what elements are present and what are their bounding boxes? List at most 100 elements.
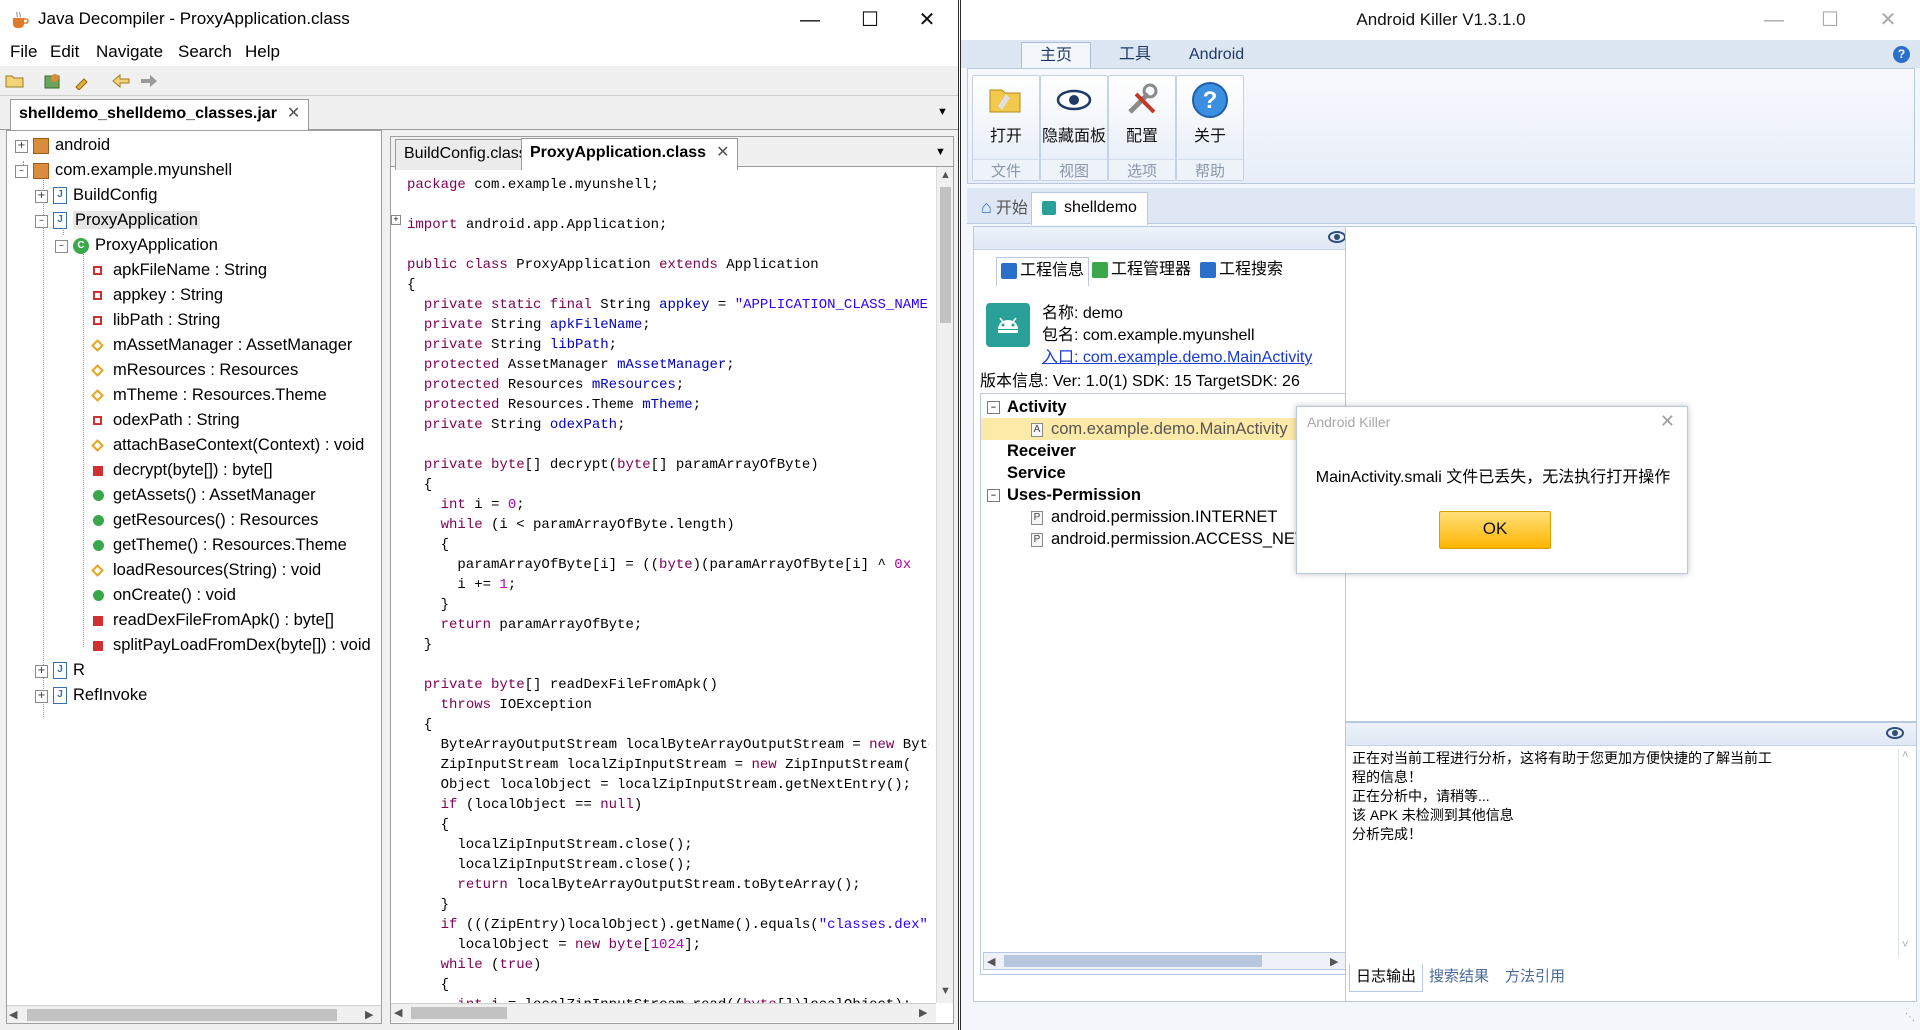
tree-member[interactable]: splitPayLoadFromDex(byte[]) : void: [93, 633, 371, 658]
tab-list-dropdown-icon[interactable]: ▼: [937, 106, 948, 118]
tab-method-refs[interactable]: 方法引用: [1505, 964, 1565, 990]
scroll-right-icon[interactable]: ▶: [1330, 955, 1338, 968]
open-folder-icon[interactable]: [4, 70, 26, 92]
expand-icon[interactable]: +: [35, 190, 48, 203]
log-output[interactable]: 正在对当前工程进行分析，这将有助于您更加方便快捷的了解当前工 程的信息！ 正在分…: [1352, 749, 1900, 957]
search-type-icon[interactable]: [72, 70, 94, 92]
eye-icon[interactable]: [1328, 231, 1346, 243]
tree-member[interactable]: apkFileName : String: [93, 258, 267, 283]
scrollbar-thumb[interactable]: [940, 187, 951, 323]
scrollbar-thumb[interactable]: [411, 1007, 507, 1019]
menu-navigate[interactable]: Navigate: [96, 42, 163, 62]
config-button[interactable]: 配置 选项: [1108, 75, 1176, 181]
tree-member[interactable]: mResources : Resources: [91, 358, 298, 383]
collapse-icon[interactable]: –: [55, 240, 68, 253]
close-button[interactable]: ✕: [900, 0, 954, 40]
minimize-button[interactable]: —: [783, 0, 837, 40]
code-vertical-scrollbar[interactable]: ▲ ▼: [936, 167, 953, 1003]
collapse-icon[interactable]: –: [987, 489, 1000, 502]
forward-arrow-icon[interactable]: [138, 70, 160, 92]
scrollbar-thumb[interactable]: [1004, 955, 1262, 967]
tree-member[interactable]: onCreate() : void: [93, 583, 236, 608]
scroll-down-icon[interactable]: ˅: [1902, 939, 1908, 951]
subtab-project-info[interactable]: 工程信息: [996, 257, 1090, 286]
tree-node-permission[interactable]: Pandroid.permission.ACCESS_NET: [1031, 528, 1305, 550]
tab-search-results[interactable]: 搜索结果: [1429, 964, 1489, 990]
tree-member[interactable]: getAssets() : AssetManager: [93, 483, 316, 508]
ribbon-tab-home[interactable]: 主页: [1021, 42, 1092, 69]
code-horizontal-scrollbar[interactable]: ◀ ▶: [391, 1003, 936, 1022]
scroll-left-icon[interactable]: ◀: [987, 955, 995, 968]
close-button[interactable]: ✕: [1861, 0, 1915, 40]
tree-member[interactable]: getResources() : Resources: [93, 508, 318, 533]
tree-node-uses-permission[interactable]: Uses-Permission: [1007, 484, 1141, 506]
tab-shelldemo[interactable]: shelldemo: [1031, 192, 1148, 225]
code-tabbar: BuildConfig.class ProxyApplication.class…: [391, 137, 953, 170]
ok-button[interactable]: OK: [1439, 511, 1551, 549]
minimize-button[interactable]: —: [1747, 0, 1801, 40]
help-icon[interactable]: ?: [1893, 46, 1910, 63]
source-code[interactable]: + package com.example.myunshell; import …: [391, 169, 929, 1005]
tree-member[interactable]: getTheme() : Resources.Theme: [93, 533, 347, 558]
close-icon[interactable]: ✕: [716, 144, 729, 161]
scroll-right-icon[interactable]: ▶: [365, 1008, 373, 1021]
tree-node-permission[interactable]: Pandroid.permission.INTERNET: [1031, 506, 1278, 528]
tab-jar[interactable]: shelldemo_shelldemo_classes.jar ✕: [10, 99, 310, 131]
scroll-left-icon[interactable]: ◀: [394, 1006, 402, 1019]
tree-member[interactable]: odexPath : String: [93, 408, 240, 433]
scroll-right-icon[interactable]: ▶: [919, 1006, 927, 1019]
tab-start[interactable]: ⌂ 开始: [971, 192, 1038, 224]
subtab-project-search[interactable]: 工程搜索: [1196, 257, 1287, 285]
protected-field-icon: [91, 339, 104, 353]
open-type-icon[interactable]: [42, 70, 64, 92]
tab-log-output[interactable]: 日志输出: [1349, 964, 1424, 992]
tree-node-activity[interactable]: Activity: [1007, 396, 1067, 418]
menu-file[interactable]: File: [10, 42, 37, 62]
eye-icon[interactable]: [1886, 727, 1904, 739]
log-vertical-scrollbar[interactable]: ˄ ˅: [1898, 749, 1914, 957]
scroll-up-icon[interactable]: ▲: [940, 169, 951, 181]
tree-node-receiver[interactable]: Receiver: [1007, 440, 1076, 462]
tab-proxyapplication[interactable]: ProxyApplication.class ✕: [521, 138, 739, 170]
menu-help[interactable]: Help: [245, 42, 280, 62]
tree-member[interactable]: appkey : String: [93, 283, 223, 308]
scroll-left-icon[interactable]: ◀: [9, 1008, 17, 1021]
close-icon[interactable]: ✕: [1660, 411, 1675, 432]
tab-buildconfig[interactable]: BuildConfig.class: [395, 139, 537, 170]
menu-edit[interactable]: Edit: [50, 42, 79, 62]
menu-search[interactable]: Search: [178, 42, 232, 62]
subtab-project-manager[interactable]: 工程管理器: [1088, 257, 1195, 285]
about-button[interactable]: ? 关于 帮助: [1176, 75, 1244, 181]
scroll-up-icon[interactable]: ˄: [1902, 749, 1908, 761]
tab-list-dropdown-icon[interactable]: ▼: [935, 146, 946, 158]
tree-member[interactable]: mTheme : Resources.Theme: [91, 383, 327, 408]
app-entry-link[interactable]: 入口: com.example.demo.MainActivity: [1042, 343, 1312, 367]
tree-horizontal-scrollbar[interactable]: ◀ ▶: [983, 952, 1347, 970]
ribbon-tab-tools[interactable]: 工具: [1101, 42, 1169, 68]
tree-member[interactable]: decrypt(byte[]) : byte[]: [93, 458, 273, 483]
tree-node-service[interactable]: Service: [1007, 462, 1066, 484]
expand-icon[interactable]: +: [35, 665, 48, 678]
maximize-button[interactable]: ☐: [843, 0, 897, 40]
scrollbar-thumb[interactable]: [27, 1009, 337, 1021]
tree-member[interactable]: readDexFileFromApk() : byte[]: [93, 608, 334, 633]
ribbon-tab-android[interactable]: Android: [1171, 42, 1262, 68]
hide-panel-button[interactable]: 隐藏面板 视图: [1040, 75, 1108, 181]
expand-icon[interactable]: +: [35, 690, 48, 703]
collapse-icon[interactable]: –: [15, 165, 28, 178]
close-icon[interactable]: ✕: [287, 105, 300, 122]
collapse-icon[interactable]: –: [987, 401, 1000, 414]
tree-member[interactable]: attachBaseContext(Context) : void: [91, 433, 364, 458]
tree-horizontal-scrollbar[interactable]: ◀ ▶: [7, 1005, 381, 1023]
resize-grip-icon[interactable]: ⋱: [1905, 1012, 1915, 1023]
tree-member[interactable]: mAssetManager : AssetManager: [91, 333, 352, 358]
fold-icon[interactable]: +: [391, 215, 401, 225]
collapse-icon[interactable]: –: [35, 215, 48, 228]
tree-member[interactable]: loadResources(String) : void: [91, 558, 321, 583]
tree-member[interactable]: libPath : String: [93, 308, 220, 333]
maximize-button[interactable]: ☐: [1803, 0, 1857, 40]
open-button[interactable]: 打开 文件: [972, 75, 1040, 181]
scroll-down-icon[interactable]: ▼: [940, 985, 951, 997]
back-arrow-icon[interactable]: [110, 70, 132, 92]
expand-icon[interactable]: +: [15, 140, 28, 153]
